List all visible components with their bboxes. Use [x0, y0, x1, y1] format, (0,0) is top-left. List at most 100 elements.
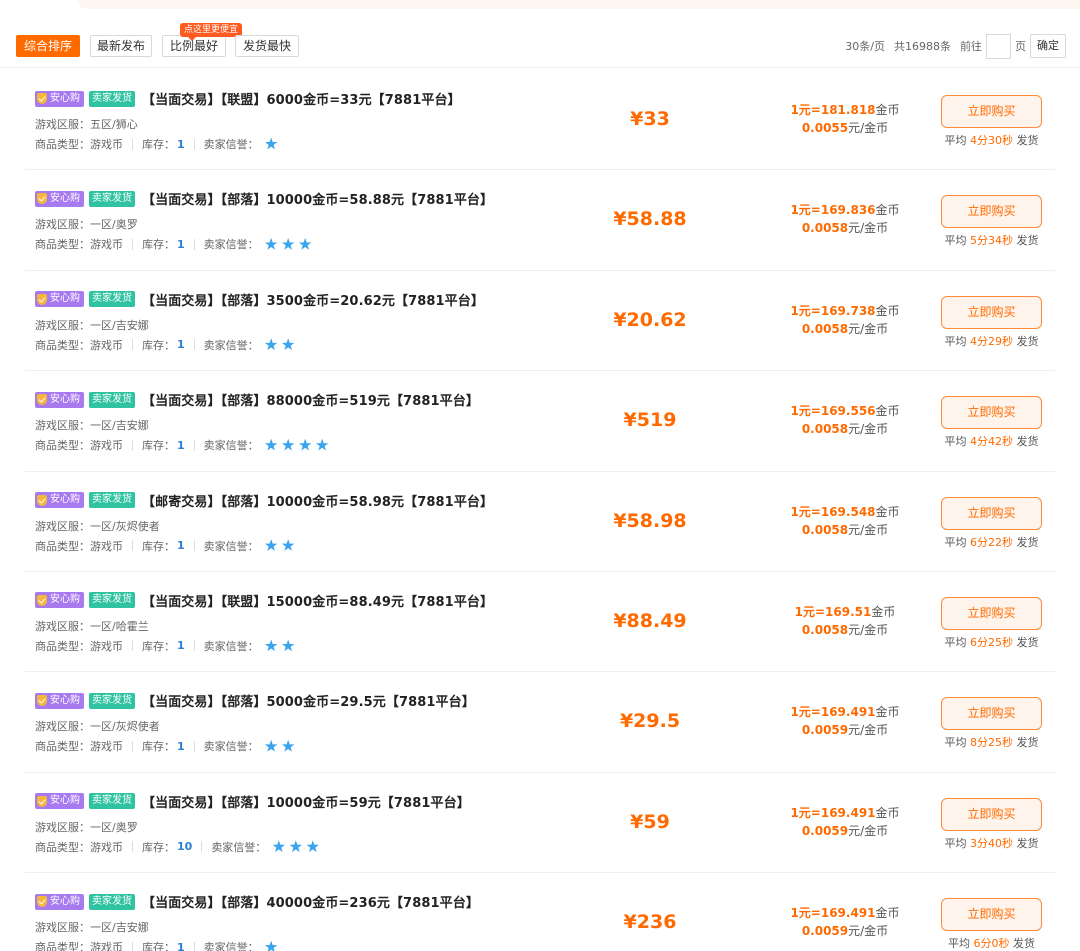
seller-ships-badge: 卖家发货	[89, 793, 135, 810]
product-title[interactable]: 【邮寄交易】【部落】10000金币=58.98元【7881平台】	[142, 491, 493, 510]
product-title[interactable]: 【当面交易】【部落】3500金币=20.62元【7881平台】	[142, 290, 484, 309]
sort-fastest-delivery-button[interactable]: 发货最快	[235, 35, 299, 57]
product-row[interactable]: 安心购 卖家发货 【当面交易】【部落】10000金币=59元【7881平台】 游戏区服…	[25, 773, 1055, 874]
page-unit-label: 页	[1015, 40, 1026, 53]
ship-label: 发货	[1016, 736, 1039, 750]
buy-now-button[interactable]: 立即购买	[941, 697, 1042, 731]
product-title[interactable]: 【当面交易】【部落】40000金币=236元【7881平台】	[142, 892, 479, 911]
divider	[193, 238, 195, 250]
per-page-label[interactable]: 30条/页	[845, 38, 885, 54]
type-value: 游戏币	[90, 238, 123, 252]
divider	[193, 740, 195, 752]
per-gold-unit: 元/金币	[848, 121, 889, 135]
product-title[interactable]: 【当面交易】【部落】5000金币=29.5元【7881平台】	[142, 691, 475, 710]
product-row[interactable]: 安心购 卖家发货 【当面交易】【联盟】6000金币=33元【7881平台】 游戏区服：…	[25, 70, 1055, 171]
sort-newest-button[interactable]: 最新发布	[90, 35, 152, 57]
safe-purchase-label: 安心购	[50, 192, 80, 204]
type-value: 游戏币	[90, 338, 123, 352]
star-icon	[315, 438, 329, 451]
gold-unit: 金币	[875, 203, 900, 218]
ratio-prefix: 1元=	[790, 203, 821, 218]
avg-delivery-time: 平均 6分25秒 发货	[925, 634, 1058, 650]
stock-label: 库存：	[142, 539, 175, 553]
product-title[interactable]: 【当面交易】【部落】10000金币=59元【7881平台】	[142, 792, 470, 811]
product-row[interactable]: 安心购 卖家发货 【当面交易】【部落】10000金币=58.88元【7881平台】游…	[25, 170, 1055, 271]
buy-now-button[interactable]: 立即购买	[941, 295, 1042, 329]
product-meta: 商品类型： 游戏币 库存： 1 卖家信誉：	[35, 237, 316, 251]
product-title[interactable]: 【当面交易】【联盟】6000金币=33元【7881平台】	[142, 89, 461, 108]
gold-per-yuan: 169.556	[820, 404, 876, 419]
product-price: ¥519	[623, 409, 677, 432]
product-price: ¥236	[623, 911, 677, 934]
server-label: 游戏区服：	[35, 619, 90, 633]
buy-now-button[interactable]: 立即购买	[941, 496, 1042, 530]
yuan-per-gold: 0.0055	[801, 121, 849, 135]
per-gold-unit: 元/金币	[848, 321, 889, 336]
safe-purchase-label: 安心购	[50, 393, 80, 405]
avg-delivery-time: 平均 4分29秒 发货	[925, 333, 1058, 349]
shield-check-icon	[37, 394, 47, 406]
server-value: 一区/奥罗	[90, 820, 138, 834]
divider	[193, 540, 195, 552]
product-title[interactable]: 【当面交易】【部落】88000金币=519元【7881平台】	[142, 390, 479, 409]
avg-label: 平均	[944, 435, 967, 449]
product-title-line: 安心购 卖家发货 【当面交易】【部落】3500金币=20.62元【7881平台】	[35, 290, 484, 309]
product-row[interactable]: 安心购 卖家发货 【当面交易】【联盟】15000金币=88.49元【7881平台】游…	[25, 572, 1058, 673]
delivery-time-value: 4分42秒	[970, 435, 1013, 449]
yuan-per-gold: 0.0058	[801, 221, 849, 236]
star-icon	[298, 438, 312, 451]
product-title-line: 安心购 卖家发货 【当面交易】【部落】5000金币=29.5元【7881平台】	[35, 691, 475, 710]
star-icon	[264, 739, 278, 752]
type-label: 商品类型：	[35, 840, 90, 854]
ship-label: 发货	[1016, 234, 1039, 248]
gold-per-yuan: 169.836	[820, 203, 876, 218]
safe-purchase-badge: 安心购	[35, 291, 84, 308]
buy-now-button[interactable]: 立即购买	[941, 195, 1042, 229]
buy-now-button[interactable]: 立即购买	[941, 898, 1042, 932]
divider	[193, 339, 195, 351]
buy-now-button[interactable]: 立即购买	[941, 396, 1042, 430]
product-row[interactable]: 安心购 卖家发货 【邮寄交易】【部落】10000金币=58.98元【7881平台】游…	[25, 472, 1055, 572]
buy-now-button[interactable]: 立即购买	[941, 797, 1042, 831]
product-price: ¥58.88	[613, 208, 687, 231]
per-gold-unit: 元/金币	[848, 723, 889, 738]
top-banner-strip	[78, 0, 1080, 9]
per-gold-unit: 元/金币	[848, 823, 889, 838]
server-label: 游戏区服：	[35, 419, 90, 433]
buy-now-button[interactable]: 立即购买	[941, 596, 1042, 630]
buy-now-button[interactable]: 立即购买	[941, 95, 1042, 128]
ship-label: 发货	[1016, 134, 1039, 147]
divider	[193, 941, 195, 951]
gold-unit: 金币	[875, 906, 900, 921]
product-row[interactable]: 安心购 卖家发货 【当面交易】【部落】88000金币=519元【7881平台】 游戏区…	[25, 371, 1055, 472]
page-number-input[interactable]	[986, 33, 1011, 59]
yuan-per-gold: 0.0058	[801, 522, 849, 537]
product-row[interactable]: 安心购 卖家发货 【当面交易】【部落】40000金币=236元【7881平台】 游戏区…	[25, 873, 1055, 951]
product-title-line: 安心购 卖家发货 【当面交易】【部落】10000金币=59元【7881平台】	[35, 792, 470, 811]
safe-purchase-label: 安心购	[50, 895, 80, 907]
divider	[132, 238, 133, 250]
game-server: 游戏区服：一区/吉安娜	[35, 417, 149, 433]
avg-label: 平均	[944, 334, 967, 348]
safe-purchase-badge: 安心购	[35, 391, 84, 408]
game-server: 游戏区服：一区/灰烬使者	[35, 718, 160, 734]
stock-value: 1	[177, 137, 185, 151]
goto-confirm-button[interactable]: 确定	[1030, 34, 1066, 58]
stock-value: 1	[177, 237, 185, 251]
safe-purchase-label: 安心购	[50, 293, 80, 305]
product-title[interactable]: 【当面交易】【联盟】15000金币=88.49元【7881平台】	[142, 591, 493, 610]
credit-label: 卖家信誉：	[211, 840, 267, 854]
product-row[interactable]: 安心购 卖家发货 【当面交易】【部落】3500金币=20.62元【7881平台】游戏…	[25, 271, 1058, 372]
shield-check-icon	[37, 695, 47, 707]
seller-ships-badge: 卖家发货	[89, 90, 135, 107]
ship-label: 发货	[1016, 535, 1039, 549]
delivery-time-value: 8分25秒	[970, 736, 1013, 750]
product-row[interactable]: 安心购 卖家发货 【当面交易】【部落】5000金币=29.5元【7881平台】 游戏区…	[25, 672, 1055, 773]
sort-comprehensive-button[interactable]: 综合排序	[16, 35, 80, 57]
product-title[interactable]: 【当面交易】【部落】10000金币=58.88元【7881平台】	[142, 189, 493, 208]
safe-purchase-label: 安心购	[50, 594, 80, 606]
shield-check-icon	[37, 795, 47, 807]
safe-purchase-badge: 安心购	[35, 492, 84, 509]
product-meta: 商品类型： 游戏币 库存： 1 卖家信誉：	[35, 940, 282, 951]
star-icon	[264, 940, 278, 951]
